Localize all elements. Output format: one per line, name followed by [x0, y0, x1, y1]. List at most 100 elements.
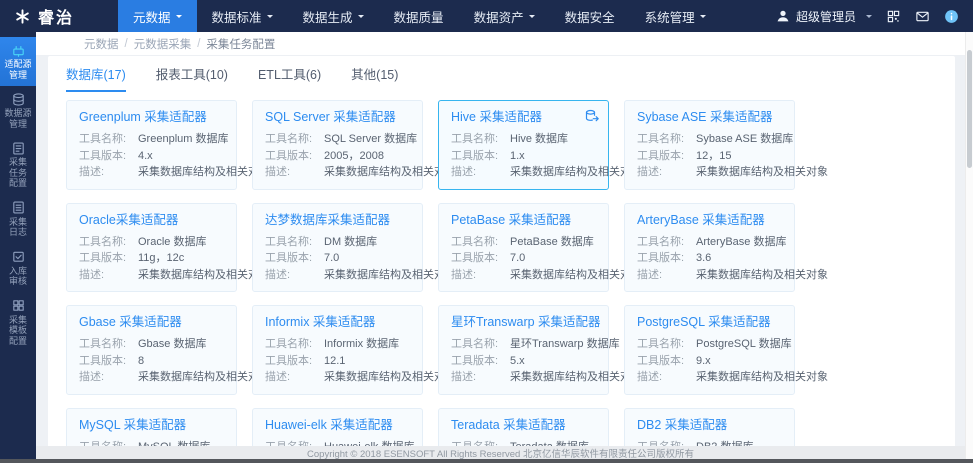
mail-icon[interactable] — [914, 8, 930, 24]
tool-version-row: 工具版本: 7.0 — [451, 250, 596, 267]
nav-menu-data-standard[interactable]: 数据标准 — [197, 0, 288, 32]
adapter-title-link[interactable]: 达梦数据库采集适配器 — [265, 212, 410, 228]
sidebar-item-label: 日志 — [8, 227, 27, 237]
nav-menu-label: 数据生成 — [302, 10, 353, 25]
adapter-title-link[interactable]: SQL Server 采集适配器 — [265, 109, 410, 125]
sidebar-item-collect-log[interactable]: 采集 日志 — [0, 195, 36, 244]
chevron-down-icon — [699, 15, 706, 21]
sidebar-item-datasource[interactable]: 数据源 管理 — [0, 86, 36, 135]
adapter-title-link[interactable]: 星环Transwarp 采集适配器 — [451, 314, 601, 330]
nav-menu-metadata[interactable]: 元数据 — [118, 0, 197, 32]
adapter-card[interactable]: SQL Server 采集适配器 工具名称: SQL Server 数据库 工具… — [252, 100, 456, 190]
adapter-card[interactable]: Sybase ASE 采集适配器 工具名称: Sybase ASE 数据库 工具… — [624, 100, 828, 190]
adapter-title-link[interactable]: DB2 采集适配器 — [637, 417, 782, 433]
adapter-card[interactable]: Informix 采集适配器 工具名称: Informix 数据库 工具版本: … — [252, 305, 456, 395]
breadcrumb-separator: / — [124, 37, 128, 50]
navbar-menus: 元数据 数据标准 数据生成 数据质量 数据资产 数据安全 系统管理 — [118, 0, 721, 32]
tool-name-value: SQL Server 数据库 — [324, 133, 418, 145]
tool-name-value: DM 数据库 — [324, 235, 378, 248]
nav-menu-data-quality[interactable]: 数据质量 — [379, 0, 459, 32]
adapter-title-link[interactable]: ArteryBase 采集适配器 — [637, 212, 782, 228]
description-row: 描述: 采集数据库结构及相关对象 — [451, 164, 642, 181]
chevron-down-icon — [357, 15, 364, 21]
adapter-title-link[interactable]: Informix 采集适配器 — [265, 314, 410, 330]
adapter-card[interactable]: 达梦数据库采集适配器 工具名称: DM 数据库 工具版本: 7.0 描述: 采集… — [252, 202, 456, 292]
adapter-card[interactable]: PetaBase 采集适配器 工具名称: PetaBase 数据库 工具版本: … — [438, 202, 642, 292]
vertical-scrollbar[interactable] — [965, 32, 973, 459]
description-row: 描述: 采集数据库结构及相关对象 — [637, 164, 828, 181]
nav-menu-data-generation[interactable]: 数据生成 — [288, 0, 379, 32]
description-label: 描述: — [265, 166, 291, 178]
tab-report-tools[interactable]: 报表工具(10) — [156, 64, 228, 92]
brand[interactable]: 睿治 — [0, 4, 118, 28]
sidebar-item-label: 审核 — [8, 276, 27, 286]
tab-etl-tools[interactable]: ETL工具(6) — [258, 64, 321, 92]
nav-menu-data-asset[interactable]: 数据资产 — [459, 0, 550, 32]
tool-name-label: 工具名称: — [451, 338, 499, 350]
tool-version-label: 工具版本: — [265, 149, 313, 162]
nav-menu-data-security[interactable]: 数据安全 — [550, 0, 630, 32]
tab-others[interactable]: 其他(15) — [351, 64, 398, 92]
sidebar-item-label: 配置 — [8, 335, 27, 346]
adapter-title-link[interactable]: Hive 采集适配器 — [451, 109, 596, 125]
description-row: 描述: 采集数据库结构及相关对象 — [79, 267, 270, 284]
adapter-title-link[interactable]: Teradata 采集适配器 — [451, 417, 596, 433]
tool-version-label: 工具版本: — [265, 252, 313, 264]
chevron-down-icon — [866, 15, 872, 21]
adapter-title-link[interactable]: Huawei-elk 采集适配器 — [265, 417, 410, 433]
user-menu[interactable]: 超级管理员 — [775, 8, 872, 25]
adapter-card[interactable]: Hive 采集适配器 工具名称: Hive 数据库 工具版本: 1.x 描述: … — [438, 100, 642, 190]
description-value: 采集数据库结构及相关对象 — [324, 166, 456, 178]
top-navbar: 睿治 元数据 数据标准 数据生成 数据质量 数据资产 数据安全 系统管理 超级管理员 — [0, 0, 973, 32]
description-value: 采集数据库结构及相关对象 — [138, 166, 270, 178]
adapter-title-link[interactable]: PetaBase 采集适配器 — [451, 212, 596, 228]
breadcrumb-item[interactable]: 元数据 — [84, 36, 119, 52]
adapter-card[interactable]: PostgreSQL 采集适配器 工具名称: PostgreSQL 数据库 工具… — [624, 305, 828, 395]
qr-code-icon[interactable] — [885, 8, 901, 24]
tool-version-label: 工具版本: — [79, 354, 127, 367]
tool-name-row: 工具名称: PetaBase 数据库 — [451, 234, 596, 251]
adapter-title-link[interactable]: MySQL 采集适配器 — [79, 417, 224, 433]
adapter-title-link[interactable]: Gbase 采集适配器 — [79, 314, 224, 330]
description-label: 描述: — [637, 371, 663, 383]
sidebar-item-collect-template[interactable]: 采集 模板 配置 — [0, 293, 36, 353]
tool-name-value: Informix 数据库 — [324, 338, 400, 350]
nav-menu-system-management[interactable]: 系统管理 — [630, 0, 721, 32]
tool-version-row: 工具版本: 2005，2008 — [265, 148, 410, 165]
description-value: 采集数据库结构及相关对象 — [510, 371, 642, 383]
scrollbar-thumb[interactable] — [967, 50, 972, 168]
description-row: 描述: 采集数据库结构及相关对象 — [637, 369, 828, 386]
sidebar-item-label: 采集 — [8, 157, 27, 167]
sidebar-item-label: 数据源 — [4, 108, 32, 118]
adapter-card[interactable]: Oracle采集适配器 工具名称: Oracle 数据库 工具版本: 11g，1… — [66, 202, 270, 292]
adapter-title-link[interactable]: PostgreSQL 采集适配器 — [637, 314, 782, 330]
adapter-title-link[interactable]: Greenplum 采集适配器 — [79, 109, 224, 125]
tool-version-value: 1.x — [510, 149, 525, 162]
breadcrumb-item[interactable]: 元数据采集 — [134, 36, 192, 52]
tool-version-row: 工具版本: 12，15 — [637, 148, 782, 165]
adapter-title-link[interactable]: Sybase ASE 采集适配器 — [637, 109, 782, 125]
tab-database[interactable]: 数据库(17) — [66, 64, 126, 92]
tool-name-value: PetaBase 数据库 — [510, 235, 594, 248]
adapter-card[interactable]: Gbase 采集适配器 工具名称: Gbase 数据库 工具版本: 8 描述: … — [66, 305, 270, 395]
sidebar-item-warehouse-audit[interactable]: 入库 审核 — [0, 244, 36, 293]
info-icon[interactable] — [943, 8, 959, 24]
tool-version-row: 工具版本: 9.x — [637, 353, 782, 370]
start-collect-icon[interactable] — [584, 108, 600, 124]
sidebar-item-collect-task[interactable]: 采集 任务 配置 — [0, 135, 36, 195]
adapter-title-link[interactable]: Oracle采集适配器 — [79, 212, 224, 228]
tool-version-label: 工具版本: — [637, 149, 685, 162]
tool-name-row: 工具名称: Hive 数据库 — [451, 131, 596, 148]
body-row: 适配源 管理 数据源 管理 采集 任务 配置 采集 日志 入库 审核 采集 模板 配置 元数据 / 元数据采集… — [0, 32, 973, 460]
footer: Copyright © 2018 ESENSOFT All Rights Res… — [36, 446, 965, 460]
tool-name-label: 工具名称: — [637, 133, 685, 145]
sidebar-item-adapter-source[interactable]: 适配源 管理 — [0, 37, 36, 86]
adapter-card[interactable]: Greenplum 采集适配器 工具名称: Greenplum 数据库 工具版本… — [66, 100, 270, 190]
adapter-card[interactable]: 星环Transwarp 采集适配器 工具名称: 星环Transwarp 数据库 … — [438, 305, 642, 395]
adapter-card[interactable]: ArteryBase 采集适配器 工具名称: ArteryBase 数据库 工具… — [624, 202, 828, 292]
tool-version-row: 工具版本: 3.6 — [637, 250, 782, 267]
sidebar-item-label: 管理 — [8, 118, 27, 129]
tool-name-value: Sybase ASE 数据库 — [696, 133, 794, 145]
nav-menu-label: 数据标准 — [211, 10, 262, 25]
tool-version-label: 工具版本: — [79, 252, 127, 264]
